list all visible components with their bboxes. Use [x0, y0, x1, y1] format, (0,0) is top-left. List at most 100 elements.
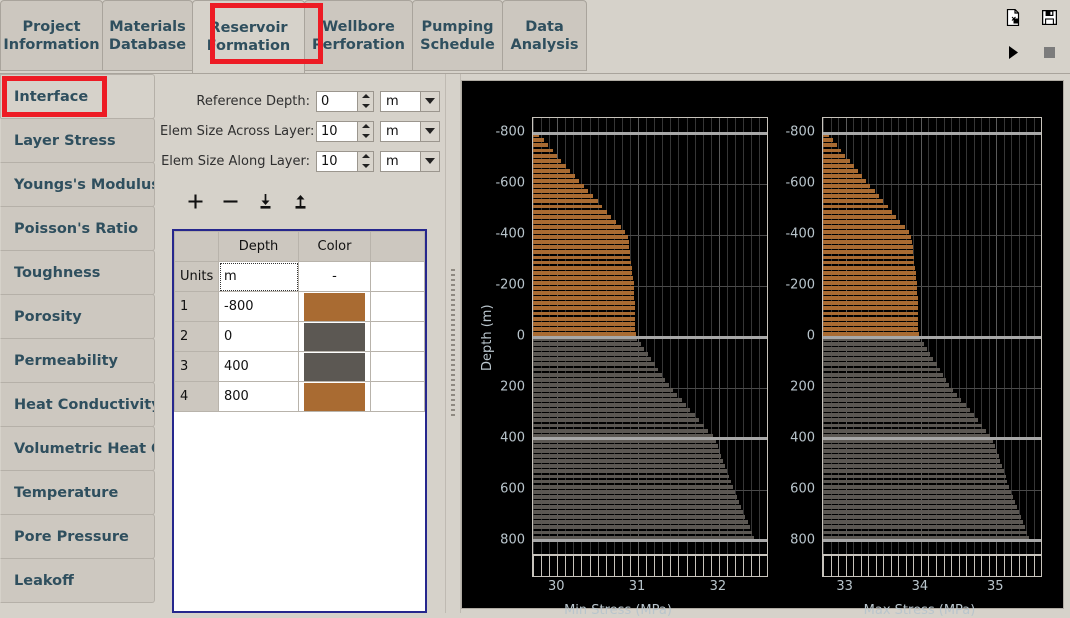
element-band [533, 194, 593, 199]
elem-size-along-unit-select[interactable]: m [380, 150, 440, 172]
color-swatch[interactable] [304, 352, 365, 381]
top-tab-label-line1: Project [22, 18, 81, 35]
sidebar-item-leakoff[interactable]: Leakoff [0, 558, 155, 603]
elem-size-across-input[interactable]: 10 [316, 120, 374, 142]
element-band [823, 484, 1009, 489]
element-band [823, 372, 943, 377]
table-row[interactable]: 3 400 [174, 351, 425, 382]
stepper-up[interactable] [358, 152, 373, 162]
element-band [533, 291, 635, 296]
top-tab-reservoir-formation[interactable]: Reservoir Formation [192, 0, 305, 74]
export-button[interactable] [283, 188, 318, 214]
element-band [533, 214, 612, 219]
stepper-down[interactable] [358, 101, 373, 111]
min-stress-chart[interactable]: -800 -600 -400 -200 0 200 400 600 800 30 31 32 Min S… [462, 81, 774, 618]
chevron-down-icon[interactable] [420, 151, 439, 171]
element-band [533, 153, 558, 158]
y-axis-tick-label: -600 [495, 175, 525, 191]
sidebar-item-poisson-s-ratio[interactable]: Poisson's Ratio [0, 206, 155, 251]
sidebar-item-heat-conductivity[interactable]: Heat Conductivity [0, 382, 155, 427]
elem-size-across-unit-select[interactable]: m [380, 120, 440, 142]
chevron-down-icon[interactable] [420, 91, 439, 111]
element-band [533, 189, 589, 194]
import-button[interactable] [248, 188, 283, 214]
color-swatch[interactable] [304, 382, 365, 411]
element-band [533, 275, 634, 280]
splitter-grip-icon [451, 268, 455, 419]
sidebar-item-temperature[interactable]: Temperature [0, 470, 155, 515]
stress-charts-panel: -800 -600 -400 -200 0 200 400 600 800 30 31 32 Min S… [461, 80, 1065, 618]
elem-size-across-label: Elem Size Across Layer: [160, 123, 315, 139]
top-tab-wellbore-perforation[interactable]: Wellbore Perforation [304, 0, 413, 71]
layers-table-panel[interactable]: Depth Color Units m -1 -800 2 0 3 400 4 800 [172, 229, 427, 613]
column-header-depth[interactable]: Depth [218, 231, 299, 262]
sidebar-item-youngs-s-modulus[interactable]: Youngs's Modulus [0, 162, 155, 207]
y-axis-tick-label: 400 [500, 430, 525, 446]
color-swatch[interactable] [304, 292, 365, 321]
stepper-down[interactable] [358, 161, 373, 171]
elem-size-across-unit-value: m [386, 123, 399, 139]
top-tab-materials-database[interactable]: Materials Database [102, 0, 193, 71]
stepper-up[interactable] [358, 122, 373, 132]
reference-depth-stepper[interactable] [357, 91, 373, 111]
stepper-down[interactable] [358, 131, 373, 141]
play-icon[interactable] [1005, 43, 1023, 61]
row-color-cell[interactable] [298, 291, 371, 322]
sidebar-item-toughness[interactable]: Toughness [0, 250, 155, 295]
row-color-cell[interactable] [298, 321, 371, 352]
row-color-cell[interactable] [298, 381, 371, 412]
reference-depth-input[interactable]: 0 [316, 90, 374, 112]
element-band [533, 260, 632, 265]
sidebar-item-interface[interactable]: Interface [0, 74, 155, 119]
color-swatch[interactable] [304, 322, 365, 351]
stop-icon[interactable] [1040, 43, 1058, 61]
panel-splitter[interactable] [445, 74, 461, 613]
add-row-button[interactable] [178, 188, 213, 214]
element-band [823, 357, 934, 362]
sidebar-item-layer-stress[interactable]: Layer Stress [0, 118, 155, 163]
table-row[interactable]: 20 [174, 321, 425, 352]
row-depth-cell[interactable]: 800 [218, 381, 299, 412]
save-icon[interactable] [1040, 8, 1058, 26]
top-tab-label-line2: Information [3, 36, 100, 53]
top-tab-label-line2: Schedule [420, 36, 495, 53]
reference-depth-label: Reference Depth: [196, 93, 310, 109]
element-band [823, 240, 913, 245]
plot-area[interactable] [822, 117, 1042, 555]
row-color-cell[interactable] [298, 351, 371, 382]
stepper-up[interactable] [358, 92, 373, 102]
sidebar-item-label: Heat Conductivity [14, 396, 155, 413]
sidebar-item-volumetric-heat-c[interactable]: Volumetric Heat C [0, 426, 155, 471]
element-band [823, 530, 1028, 535]
plot-area[interactable] [532, 117, 768, 555]
row-depth-cell[interactable]: 0 [218, 321, 299, 352]
top-tab-pumping-schedule[interactable]: Pumping Schedule [412, 0, 503, 71]
y-axis-tick-label: 200 [500, 379, 525, 395]
top-tab-label-line1: Data [525, 18, 564, 35]
max-stress-chart[interactable]: -800 -600 -400 -200 0 200 400 600 800 33 34 35 Max S… [774, 81, 1065, 618]
chevron-down-icon[interactable] [420, 121, 439, 141]
top-tab-project-information[interactable]: Project Information [0, 0, 103, 71]
reference-depth-unit-select[interactable]: m [380, 90, 440, 112]
column-header-color[interactable]: Color [298, 231, 371, 262]
row-header-index: 3 [174, 351, 219, 382]
table-row[interactable]: 4 800 [174, 381, 425, 412]
element-band [533, 163, 566, 168]
layer-boundary-line [823, 539, 1041, 543]
table-row[interactable]: 1 -800 [174, 291, 425, 322]
element-band [823, 194, 879, 199]
sidebar-item-permeability[interactable]: Permeability [0, 338, 155, 383]
elem-size-along-stepper[interactable] [357, 151, 373, 171]
elem-size-across-stepper[interactable] [357, 121, 373, 141]
sidebar-item-pore-pressure[interactable]: Pore Pressure [0, 514, 155, 559]
remove-row-button[interactable] [213, 188, 248, 214]
element-band [533, 428, 709, 433]
elem-size-along-input[interactable]: 10 [316, 150, 374, 172]
new-document-icon[interactable] [1004, 8, 1022, 26]
row-depth-cell[interactable]: 400 [218, 351, 299, 382]
element-band [823, 209, 892, 214]
top-tab-data-analysis[interactable]: Data Analysis [502, 0, 587, 71]
sidebar-item-porosity[interactable]: Porosity [0, 294, 155, 339]
row-depth-cell[interactable]: -800 [218, 291, 299, 322]
units-depth-cell[interactable]: m [218, 261, 299, 292]
